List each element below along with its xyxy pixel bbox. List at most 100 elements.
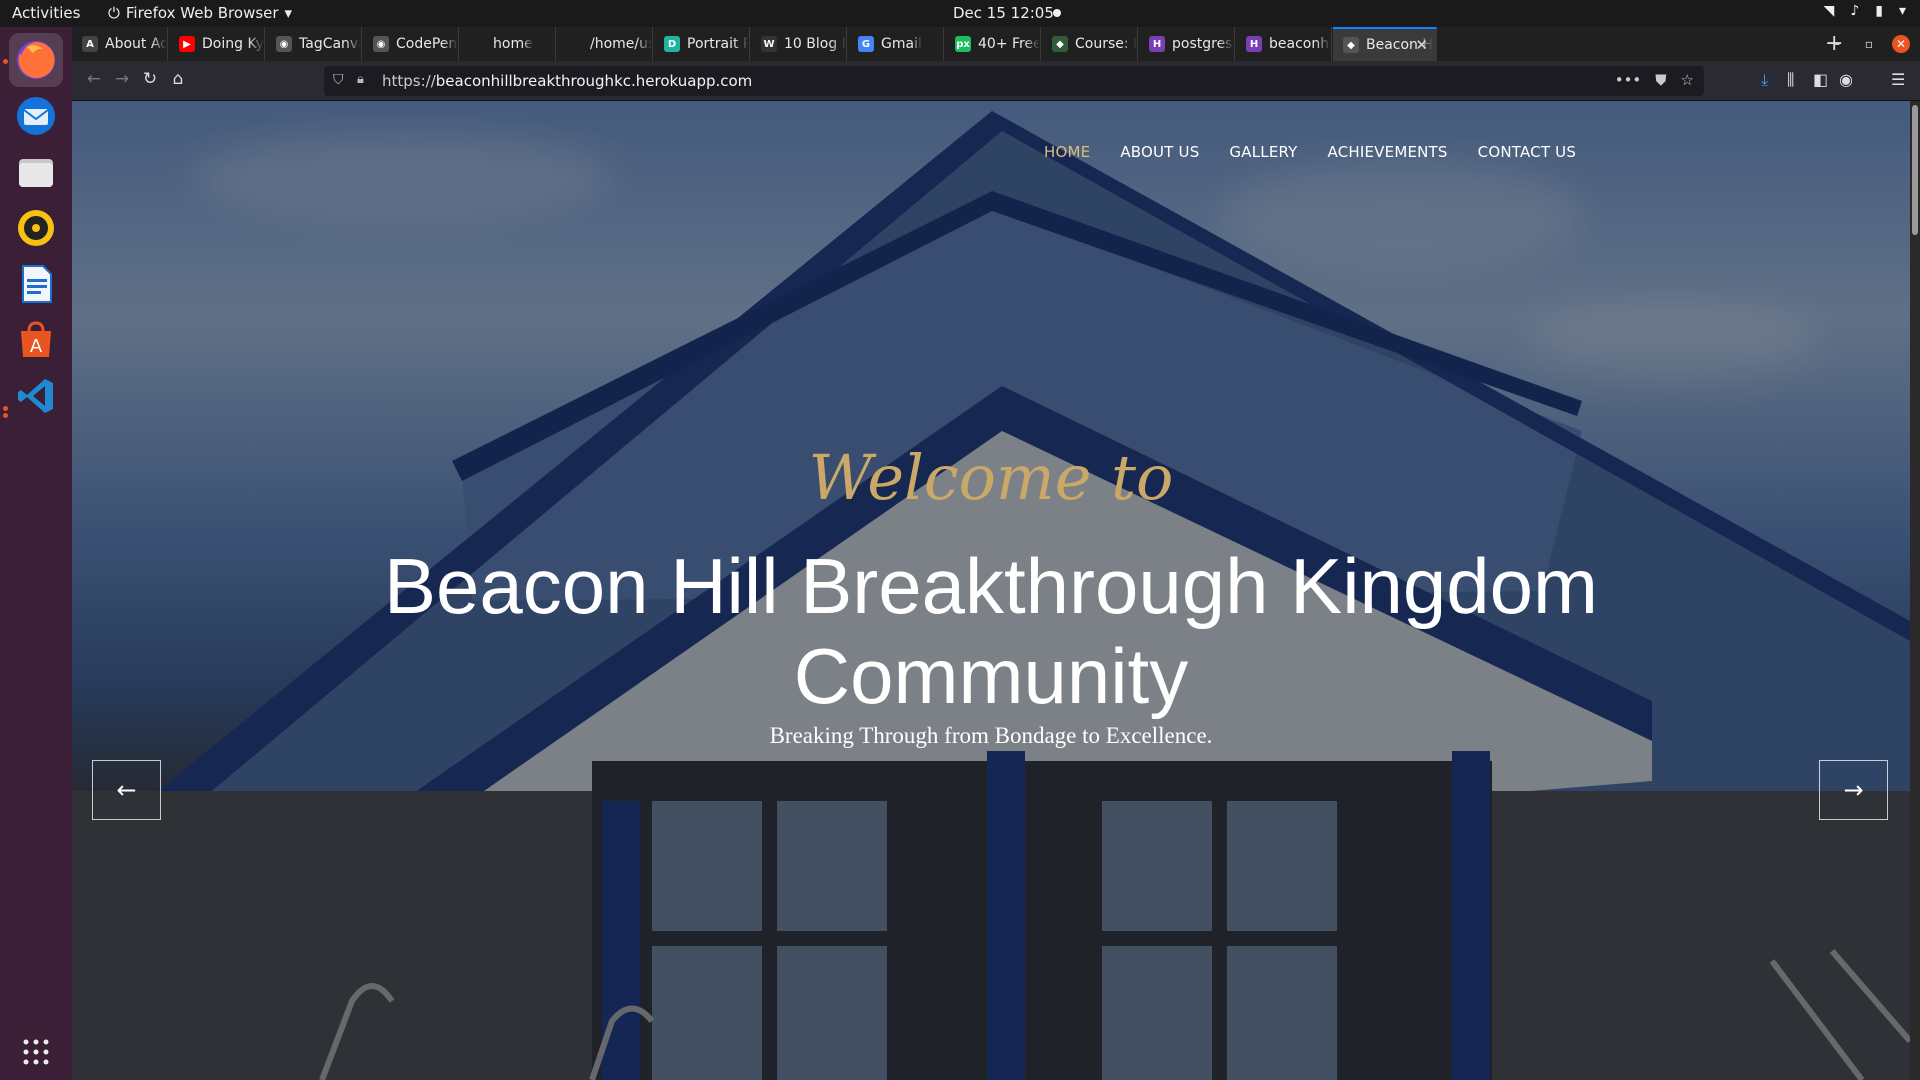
tab-title: Portrait Ph bbox=[687, 36, 749, 52]
url-text[interactable]: https://beaconhillbreakthroughkc.herokua… bbox=[382, 72, 752, 90]
dock-ubuntu-software[interactable]: A bbox=[9, 313, 63, 367]
grid-icon bbox=[23, 1039, 49, 1065]
tab-favicon-icon: ◆ bbox=[1343, 37, 1359, 53]
dock-thunderbird[interactable] bbox=[9, 89, 63, 143]
site-navigation: HOME ABOUT US GALLERY ACHIEVEMENTS CONTA… bbox=[1044, 143, 1576, 161]
home-button[interactable]: ⌂ bbox=[166, 69, 190, 89]
sidebar-icon[interactable]: ◧ bbox=[1813, 70, 1828, 89]
vscode-icon bbox=[18, 379, 53, 413]
dock-firefox[interactable] bbox=[9, 33, 63, 87]
wifi-icon: ◥ bbox=[1823, 3, 1835, 19]
system-top-bar: Activities ⏻ Firefox Web Browser ▾ Dec 1… bbox=[0, 0, 1920, 27]
browser-tab[interactable]: /home/user/De bbox=[557, 27, 653, 61]
files-icon bbox=[19, 159, 53, 187]
browser-tab[interactable]: ◆ Beacon H ✕ bbox=[1333, 27, 1437, 61]
tab-title: TagCanvas bbox=[299, 36, 361, 52]
tab-favicon-icon: W bbox=[761, 36, 777, 52]
pocket-icon[interactable]: ⛊ bbox=[1655, 71, 1666, 89]
tab-favicon-icon: ◆ bbox=[1052, 36, 1068, 52]
tab-favicon-icon: ◉ bbox=[276, 36, 292, 52]
volume-icon: ♪ bbox=[1850, 3, 1860, 19]
dock-vscode[interactable] bbox=[9, 369, 63, 423]
maximize-button[interactable]: ▫ bbox=[1860, 35, 1878, 53]
nav-home[interactable]: HOME bbox=[1044, 143, 1090, 161]
tab-favicon-icon: ◉ bbox=[373, 36, 389, 52]
browser-tab[interactable]: Hpostgresql- bbox=[1139, 27, 1235, 61]
browser-tab[interactable]: home bbox=[460, 27, 556, 61]
dock: A bbox=[0, 27, 72, 1080]
browser-tab[interactable]: D Portrait Ph bbox=[654, 27, 750, 61]
page-actions-icon[interactable]: ••• bbox=[1615, 71, 1642, 89]
running-indicator bbox=[3, 406, 8, 411]
slider-next-button[interactable]: → bbox=[1819, 760, 1888, 820]
firefox-small-icon: ⏻ bbox=[108, 4, 120, 22]
app-menu-label: Firefox Web Browser bbox=[125, 4, 279, 22]
minimize-button[interactable]: – bbox=[1828, 35, 1846, 53]
url-host: beaconhillbreakthroughkc.herokuapp.com bbox=[435, 72, 753, 90]
notification-dot bbox=[1053, 9, 1061, 17]
page-scrollbar[interactable] bbox=[1910, 101, 1920, 1080]
account-icon[interactable]: ◉ bbox=[1839, 70, 1853, 89]
browser-tab[interactable]: ◉ TagCanvas bbox=[266, 27, 362, 61]
tab-favicon-icon: A bbox=[82, 36, 98, 52]
tab-favicon-icon: D bbox=[664, 36, 680, 52]
rhythmbox-icon bbox=[18, 210, 54, 246]
tab-strip: A About Adha ▶ Doing Kylie ◉ TagCanvas ◉ CodePe… bbox=[72, 27, 1920, 61]
clock[interactable]: Dec 15 12:05 bbox=[953, 4, 1054, 22]
dock-rhythmbox[interactable] bbox=[9, 201, 63, 255]
browser-tab[interactable]: Hbeaconhillb bbox=[1236, 27, 1332, 61]
hero-title-text: Beacon Hill Breakthrough Kingdom Communi… bbox=[383, 542, 1599, 720]
nav-about-us[interactable]: ABOUT US bbox=[1120, 143, 1199, 161]
arrow-left-icon: ← bbox=[116, 776, 137, 804]
arrow-right-icon: → bbox=[1843, 776, 1864, 804]
tab-title: 10 Blog Exa bbox=[784, 36, 846, 52]
running-indicator bbox=[3, 59, 8, 64]
browser-tab[interactable]: G Gmail bbox=[848, 27, 944, 61]
lock-icon[interactable]: 🔒︎ bbox=[357, 72, 364, 87]
tab-favicon-icon: ▶ bbox=[179, 36, 195, 52]
tab-title: Gmail bbox=[881, 36, 922, 52]
back-button[interactable]: ← bbox=[82, 69, 106, 89]
dock-files[interactable] bbox=[9, 145, 63, 199]
browser-tab[interactable]: px 40+ Free Fl bbox=[945, 27, 1041, 61]
svg-text:A: A bbox=[30, 336, 43, 357]
nav-gallery[interactable]: GALLERY bbox=[1229, 143, 1297, 161]
browser-tab[interactable]: ◉ CodePen Se bbox=[363, 27, 459, 61]
browser-tab[interactable]: A About Adha bbox=[72, 27, 168, 61]
running-indicator bbox=[3, 413, 8, 418]
close-window-button[interactable]: ✕ bbox=[1892, 35, 1910, 53]
browser-tab[interactable]: ◆ Course: DAT bbox=[1042, 27, 1138, 61]
tab-favicon-icon: G bbox=[858, 36, 874, 52]
close-tab-icon[interactable]: ✕ bbox=[1415, 36, 1428, 54]
hero-welcome-text: Welcome to bbox=[808, 441, 1174, 514]
hero-slider: HOME ABOUT US GALLERY ACHIEVEMENTS CONTA… bbox=[72, 101, 1910, 1080]
reload-button[interactable]: ↻ bbox=[138, 69, 162, 89]
tab-title: beaconhillb bbox=[1269, 36, 1331, 52]
show-applications-button[interactable] bbox=[9, 1025, 63, 1079]
browser-tab[interactable]: ▶ Doing Kylie bbox=[169, 27, 265, 61]
nav-contact-us[interactable]: CONTACT US bbox=[1478, 143, 1576, 161]
app-menu[interactable]: ⏻ Firefox Web Browser ▾ bbox=[108, 4, 292, 22]
activities-button[interactable]: Activities bbox=[12, 4, 80, 22]
forward-button[interactable]: → bbox=[110, 69, 134, 89]
browser-tab[interactable]: W 10 Blog Exa bbox=[751, 27, 847, 61]
nav-achievements[interactable]: ACHIEVEMENTS bbox=[1328, 143, 1448, 161]
scrollbar-thumb[interactable] bbox=[1912, 105, 1918, 235]
bookmark-star-icon[interactable]: ☆ bbox=[1681, 71, 1694, 89]
address-bar[interactable]: ⛉ 🔒︎ https://beaconhillbreakthroughkc.he… bbox=[324, 66, 1704, 96]
hero-tagline: Breaking Through from Bondage to Excelle… bbox=[769, 723, 1213, 748]
tab-title: About Adha bbox=[105, 36, 167, 52]
tracking-shield-icon[interactable]: ⛉ bbox=[333, 72, 344, 88]
tab-title: Course: DAT bbox=[1075, 36, 1137, 52]
tab-title: CodePen Se bbox=[396, 36, 458, 52]
system-tray[interactable]: ◥ ♪ ▮ ▾ bbox=[1824, 3, 1906, 19]
tab-title: home bbox=[493, 36, 533, 52]
battery-icon: ▮ bbox=[1875, 3, 1883, 19]
thunderbird-icon bbox=[17, 97, 55, 135]
tab-title: /home/user/De bbox=[590, 36, 652, 52]
dock-libreoffice-writer[interactable] bbox=[9, 257, 63, 311]
downloads-icon[interactable]: ⤓ bbox=[1761, 70, 1768, 90]
hamburger-menu-icon[interactable]: ☰ bbox=[1891, 70, 1905, 89]
library-icon[interactable]: ⫼ bbox=[1787, 70, 1794, 90]
slider-prev-button[interactable]: ← bbox=[92, 760, 161, 820]
